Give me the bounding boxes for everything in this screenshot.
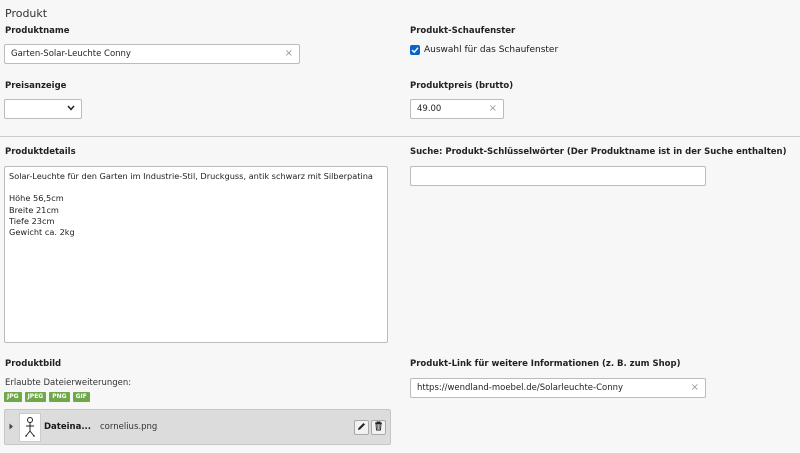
produktname-label: Produktname	[5, 26, 70, 36]
section-divider	[0, 136, 800, 137]
produktbild-label: Produktbild	[5, 359, 62, 369]
delete-button[interactable]	[371, 420, 386, 435]
schaufenster-checkbox-row[interactable]: Auswahl für das Schaufenster	[410, 45, 558, 55]
file-name-label: Dateina...	[44, 422, 92, 432]
clear-icon[interactable]: ×	[489, 104, 497, 114]
edit-button[interactable]	[354, 420, 369, 435]
produktpreis-label: Produktpreis (brutto)	[410, 81, 514, 91]
image-thumbnail[interactable]	[19, 413, 41, 442]
file-name-value: cornelius.png	[100, 422, 158, 432]
schaufenster-checkbox-label: Auswahl für das Schaufenster	[424, 45, 559, 55]
pencil-icon	[357, 422, 366, 434]
preisanzeige-select[interactable]	[4, 99, 82, 119]
extension-badge: JPG	[4, 392, 22, 402]
allowed-extensions-label: Erlaubte Dateierweiterungen:	[5, 378, 132, 388]
extension-badge: JPEG	[24, 392, 47, 402]
produktlink-label: Produkt-Link für weitere Informationen (…	[410, 359, 681, 369]
trash-icon	[374, 421, 383, 434]
schaufenster-label: Produkt-Schaufenster	[410, 26, 516, 36]
suche-label: Suche: Produkt-Schlüsselwörter (Der Prod…	[410, 147, 787, 157]
produktlink-value: https://wendland-moebel.de/Solarleuchte-…	[417, 383, 624, 393]
produktpreis-input[interactable]: 49.00 ×	[410, 99, 504, 119]
caret-right-icon[interactable]	[9, 423, 14, 433]
suche-input[interactable]	[410, 166, 706, 186]
clear-icon[interactable]: ×	[285, 49, 293, 59]
produktdetails-textarea[interactable]: Solar-Leuchte für den Garten im Industri…	[4, 166, 388, 343]
chevron-down-icon	[67, 104, 75, 114]
produktdetails-label: Produktdetails	[5, 147, 76, 157]
produktlink-input[interactable]: https://wendland-moebel.de/Solarleuchte-…	[410, 378, 706, 398]
extension-badges: JPG JPEG PNG GIF	[4, 391, 93, 402]
extension-badge: PNG	[49, 392, 70, 402]
clear-icon[interactable]: ×	[691, 383, 699, 393]
section-title: Produkt	[5, 7, 48, 20]
extension-badge: GIF	[72, 392, 90, 402]
produktname-value: Garten-Solar-Leuchte Conny	[11, 49, 131, 59]
checkbox-checked-icon[interactable]	[410, 45, 420, 55]
file-reference-row[interactable]: Dateina... cornelius.png	[4, 409, 391, 445]
produktname-input[interactable]: Garten-Solar-Leuchte Conny ×	[4, 44, 300, 64]
produktpreis-value: 49.00	[417, 104, 442, 114]
preisanzeige-label: Preisanzeige	[5, 81, 67, 91]
